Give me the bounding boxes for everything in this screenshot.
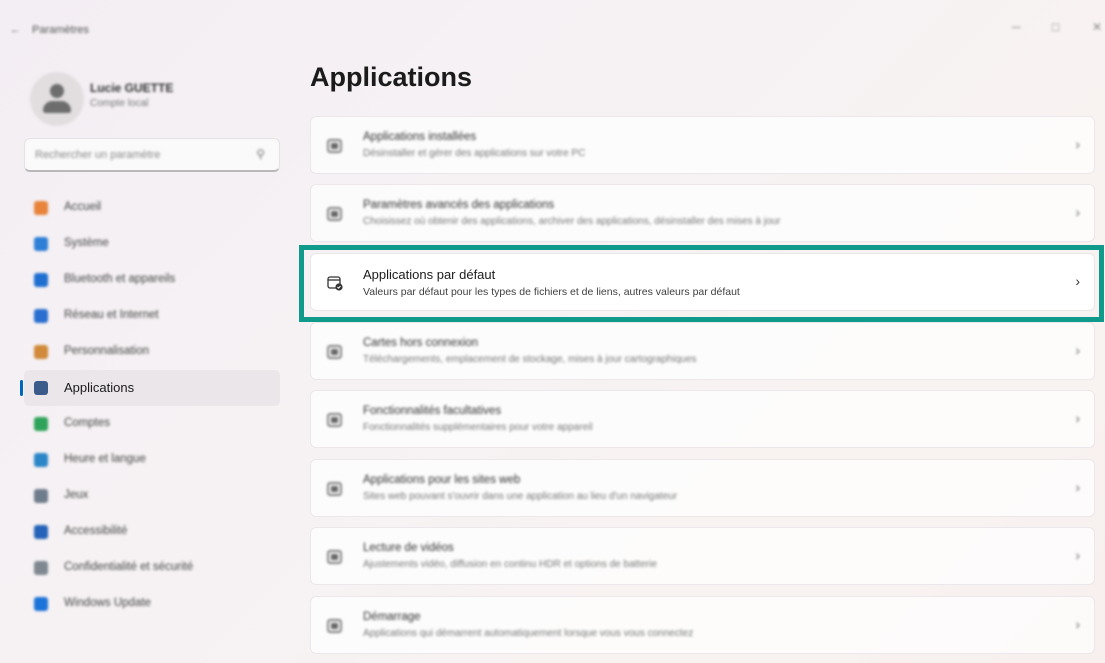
settings-row-offline-maps[interactable]: Cartes hors connexion Téléchargements, em… [310,322,1095,380]
sidebar-item-label: Applications [64,380,135,395]
settings-row-video-playback[interactable]: Lecture de vidéos Ajustements vidéo, diff… [310,527,1095,585]
chevron-right-icon: › [1075,616,1080,632]
sidebar-item-label: Système [64,237,109,249]
search-icon[interactable]: ⚲ [256,147,265,161]
sidebar-item-label: Bluetooth et appareils [64,273,176,285]
sidebar-item-update[interactable]: Windows Update [24,586,280,622]
chevron-right-icon: › [1075,204,1080,220]
sidebar-item-shield[interactable]: Confidentialité et sécurité [24,550,280,586]
window-title: Paramètres [32,24,89,36]
advanced-apps-icon [327,206,343,222]
row-title: Lecture de vidéos [363,542,454,554]
bluetooth-icon [34,273,48,287]
user-name: Lucie GUETTE [90,81,174,95]
accounts-icon [34,417,48,431]
row-subtitle: Téléchargements, emplacement de stockage… [363,354,697,365]
sidebar-item-label: Comptes [64,417,111,429]
sidebar-item-label: Jeux [64,489,89,501]
time-language-icon [34,453,48,467]
settings-row-optional-features[interactable]: Fonctionnalités facultatives Fonctionnali… [310,390,1095,448]
row-title: Fonctionnalités facultatives [363,405,502,417]
minimize-icon[interactable]: ─ [1012,20,1021,34]
chevron-right-icon: › [1075,136,1080,152]
offline-maps-icon [327,344,343,360]
row-title: Cartes hors connexion [363,337,479,349]
sidebar: Lucie GUETTE Compte local Rechercher un … [0,40,290,663]
sidebar-item-brush[interactable]: Personnalisation [24,334,280,370]
row-subtitle: Fonctionnalités supplémentaires pour vot… [363,422,593,433]
settings-row-advanced-apps[interactable]: Paramètres avancés des applications Chois… [310,184,1095,242]
sidebar-item-home[interactable]: Accueil [24,190,280,226]
search-placeholder: Rechercher un paramètre [35,149,161,161]
row-subtitle: Sites web pouvant s'ouvrir dans une appl… [363,491,678,502]
sidebar-item-accounts[interactable]: Comptes [24,406,280,442]
chevron-right-icon: › [1075,342,1080,358]
sidebar-item-label: Réseau et Internet [64,309,159,321]
installed-apps-icon [327,138,343,154]
page-title: Applications [310,62,473,92]
video-playback-icon [327,549,343,565]
row-subtitle: Applications qui démarrent automatiqueme… [363,628,694,639]
startup-icon [327,618,343,634]
network-icon [34,309,48,323]
back-icon[interactable]: ← [10,24,21,36]
row-title: Applications installées [363,131,477,143]
settings-row-web-apps[interactable]: Applications pour les sites web Sites web… [310,459,1095,517]
nav-list: Accueil Système Bluetooth et appareils Rése… [20,190,280,622]
sidebar-item-time-language[interactable]: Heure et langue [24,442,280,478]
sidebar-item-accessibility[interactable]: Accessibilité [24,514,280,550]
avatar-head [50,84,64,98]
update-icon [34,597,48,611]
apps-icon [34,381,48,395]
row-subtitle: Désinstaller et gérer des applications s… [363,148,586,159]
search-input[interactable]: Rechercher un paramètre ⚲ [24,138,280,172]
row-subtitle: Ajustements vidéo, diffusion en continu … [363,559,657,570]
avatar-body [43,101,71,113]
sidebar-item-bluetooth[interactable]: Bluetooth et appareils [24,262,280,298]
web-apps-icon [327,481,343,497]
sidebar-item-label: Accessibilité [64,525,128,537]
row-title: Paramètres avancés des applications [363,199,555,211]
shield-icon [34,561,48,575]
avatar [30,72,84,126]
chevron-right-icon: › [1075,547,1080,563]
sidebar-item-label: Confidentialité et sécurité [64,561,194,573]
sidebar-item-label: Accueil [64,201,102,213]
row-title: Applications pour les sites web [363,474,521,486]
sidebar-item-system[interactable]: Système [24,226,280,262]
active-indicator [20,380,23,396]
settings-row-startup[interactable]: Démarrage Applications qui démarrent auto… [310,596,1095,654]
settings-row-installed-apps[interactable]: Applications installées Désinstaller et g… [310,116,1095,174]
system-icon [34,237,48,251]
row-title: Démarrage [363,611,421,623]
sidebar-item-apps[interactable]: Applications [20,370,280,406]
sidebar-item-label: Windows Update [64,597,151,609]
sidebar-item-gaming[interactable]: Jeux [24,478,280,514]
brush-icon [34,345,48,359]
gaming-icon [34,489,48,503]
sidebar-item-label: Personnalisation [64,345,150,357]
title-bar: ← Paramètres ─ □ ✕ [0,0,1105,40]
chevron-right-icon: › [1075,410,1080,426]
sidebar-item-label: Heure et langue [64,453,146,465]
account-type: Compte local [90,98,149,109]
row-subtitle: Choisissez où obtenir des applications, … [363,216,781,227]
home-icon [34,201,48,215]
sidebar-item-network[interactable]: Réseau et Internet [24,298,280,334]
optional-features-icon [327,412,343,428]
close-icon[interactable]: ✕ [1092,20,1102,34]
maximize-icon[interactable]: □ [1052,20,1059,34]
highlight-box [299,245,1104,322]
accessibility-icon [34,525,48,539]
chevron-right-icon: › [1075,479,1080,495]
